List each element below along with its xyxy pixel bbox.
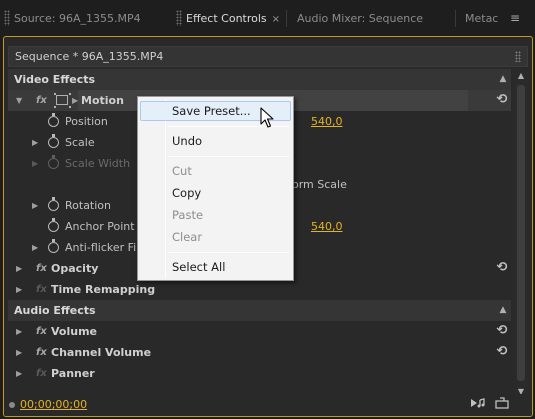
tab-effect-controls-label: Effect Controls	[186, 12, 267, 25]
scroll-up-icon[interactable]: ▲	[514, 71, 528, 80]
menu-item-select-all[interactable]: Select All	[140, 257, 291, 277]
effect-row-volume[interactable]: ▶ fx Volume ⟲	[8, 321, 511, 342]
stopwatch-icon[interactable]	[48, 239, 59, 253]
anchor-point-value[interactable]: 540,0	[311, 216, 343, 237]
expand-triangle-icon: ▶	[32, 159, 39, 168]
vertical-scrollbar[interactable]: ▲ ▼	[514, 71, 528, 396]
tab-source[interactable]: Source: 96A_1355.MP4	[14, 8, 169, 29]
menu-item-clear: Clear	[172, 230, 203, 244]
expand-triangle-icon[interactable]: ▶	[32, 132, 38, 153]
panel-footer: 00;00;00;00	[4, 394, 532, 416]
timecode-display[interactable]: 00;00;00;00	[20, 398, 87, 411]
effect-label-time-remapping: Time Remapping	[51, 283, 156, 296]
effect-row-time-remapping[interactable]: ▶ fx Time Remapping	[8, 279, 511, 300]
effect-label-volume: Volume	[51, 325, 97, 338]
property-label-anchor-point: Anchor Point	[65, 220, 135, 233]
expand-triangle-icon[interactable]: ▶	[32, 237, 38, 258]
effect-label-opacity: Opacity	[51, 262, 99, 275]
collapse-up-icon[interactable]: ▲	[495, 69, 511, 90]
menu-item-cut: Cut	[172, 164, 192, 178]
menu-item-copy[interactable]: Copy	[140, 183, 291, 203]
audio-effects-label: Audio Effects	[14, 304, 96, 317]
tab-audio-mixer[interactable]: Audio Mixer: Sequence	[297, 8, 447, 29]
tab-grip[interactable]	[176, 10, 182, 26]
expand-triangle-icon[interactable]: ▶	[16, 342, 22, 363]
tab-divider	[286, 10, 287, 27]
menu-separator	[168, 156, 289, 157]
position-value[interactable]: 540,0	[311, 111, 343, 132]
effect-label-motion: Motion	[81, 94, 124, 107]
close-icon[interactable]: ×	[272, 14, 280, 25]
collapse-triangle-icon[interactable]: ▼	[16, 90, 22, 111]
stopwatch-icon[interactable]	[48, 197, 59, 211]
fx-icon[interactable]: fx	[36, 258, 47, 279]
menu-item-paste: Paste	[172, 208, 204, 222]
uniform-scale-label: orm Scale	[292, 178, 347, 191]
effect-row-channel-volume[interactable]: ▶ fx Channel Volume ⟲	[8, 342, 511, 363]
panel-tab-bar: Source: 96A_1355.MP4 Effect Controls × Au…	[0, 0, 535, 34]
fx-icon[interactable]: fx	[36, 90, 47, 111]
expand-triangle-icon[interactable]: ▶	[16, 363, 22, 384]
chevron-right-icon: ▶	[72, 96, 79, 105]
playhead-dot-icon	[9, 402, 15, 408]
reset-icon[interactable]: ⟲	[495, 324, 509, 338]
effect-label-panner: Panner	[51, 367, 95, 380]
stopwatch-icon	[48, 155, 59, 169]
effect-label-channel-volume: Channel Volume	[51, 346, 152, 359]
panel-menu-icon[interactable]: ≡	[506, 9, 524, 27]
effect-row-panner[interactable]: ▶ fx Panner	[8, 363, 511, 384]
fx-icon: fx	[36, 368, 47, 379]
menu-item-undo[interactable]: Undo	[140, 131, 291, 151]
expand-triangle-icon[interactable]: ▶	[16, 258, 22, 279]
property-label-scale-width: Scale Width	[65, 157, 131, 170]
expand-triangle-icon[interactable]: ▶	[16, 321, 22, 342]
tab-metadata[interactable]: Metac	[465, 8, 501, 29]
stopwatch-icon[interactable]	[48, 113, 59, 127]
tab-divider	[455, 10, 456, 27]
stopwatch-icon[interactable]	[48, 218, 59, 232]
collapse-up-icon[interactable]: ▲	[495, 300, 511, 321]
tab-effect-controls[interactable]: Effect Controls ×	[186, 8, 282, 29]
reset-icon[interactable]: ⟲	[495, 345, 509, 359]
audio-effects-header: Audio Effects ▲	[8, 300, 511, 321]
tab-grip[interactable]	[4, 10, 10, 26]
fx-icon: fx	[36, 284, 47, 295]
fx-icon[interactable]: fx	[36, 321, 47, 342]
grip-icon[interactable]	[515, 51, 521, 62]
property-label-scale: Scale	[65, 136, 95, 149]
stopwatch-icon[interactable]	[48, 134, 59, 148]
sequence-clip-header[interactable]: Sequence * 96A_1355.MP4	[8, 46, 528, 67]
sequence-label: Sequence * 96A_1355.MP4	[15, 50, 164, 63]
fx-icon[interactable]: fx	[36, 342, 47, 363]
property-label-anti-flicker: Anti-flicker Filt	[65, 241, 144, 254]
transform-icon[interactable]	[54, 93, 68, 105]
expand-triangle-icon[interactable]: ▶	[32, 195, 38, 216]
expand-triangle-icon[interactable]: ▶	[16, 279, 22, 300]
audio-loop-play-icon[interactable]	[470, 397, 486, 411]
video-effects-header: Video Effects ▲	[8, 69, 511, 90]
scrollbar-thumb[interactable]	[517, 85, 525, 381]
menu-separator	[168, 252, 289, 253]
reset-icon[interactable]: ⟲	[495, 93, 509, 107]
export-icon[interactable]	[494, 397, 510, 411]
mouse-cursor-icon	[260, 107, 274, 128]
property-label-position: Position	[65, 115, 108, 128]
reset-icon[interactable]: ⟲	[495, 261, 509, 275]
property-label-rotation: Rotation	[65, 199, 112, 212]
video-effects-label: Video Effects	[14, 73, 96, 86]
